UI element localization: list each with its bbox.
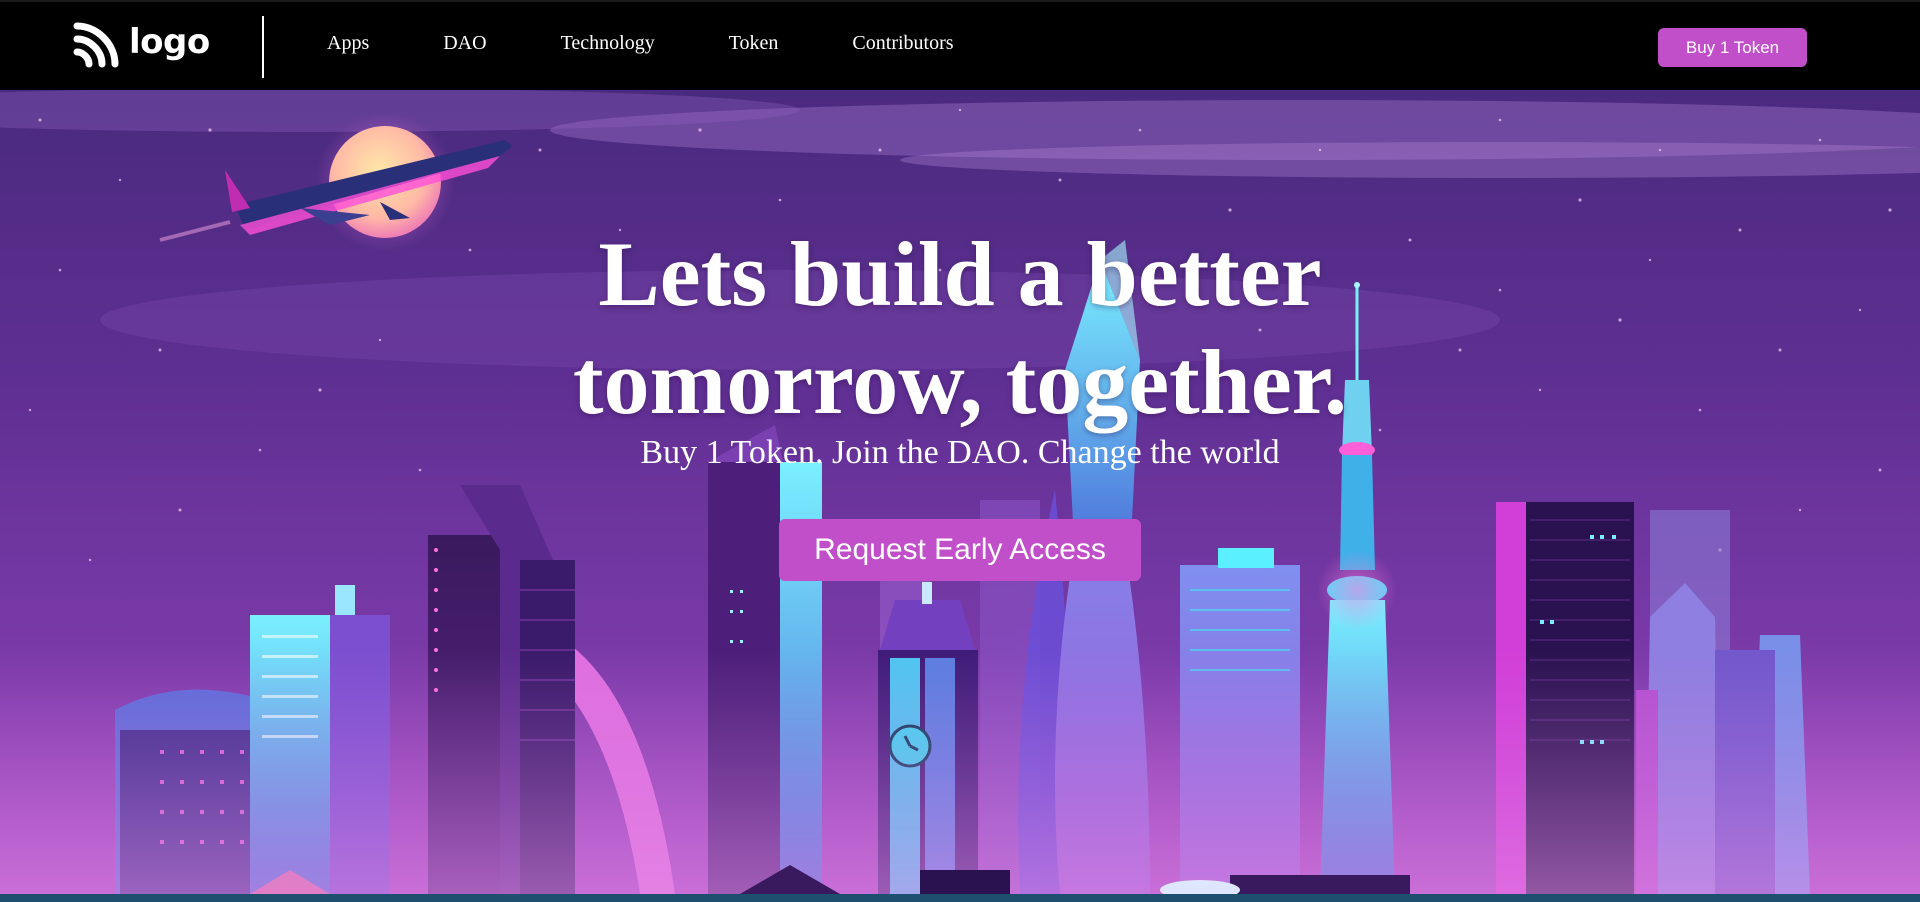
nav-divider [262, 16, 264, 78]
hero-subtitle: Buy 1 Token. Join the DAO. Change the wo… [640, 434, 1280, 471]
neon-city-skyline-illustration [0, 90, 1920, 894]
nav-link-dao[interactable]: DAO [443, 32, 486, 55]
request-early-access-button[interactable]: Request Early Access [779, 519, 1141, 581]
hero-title-line-1: Lets build a better [598, 223, 1322, 325]
top-navbar: logo Apps DAO Technology Token Contribut… [0, 0, 1920, 90]
hero-title-line-2: tomorrow, together. [572, 331, 1348, 433]
logo[interactable]: logo [73, 22, 210, 68]
buy-token-button[interactable]: Buy 1 Token [1658, 28, 1807, 67]
nav-link-contributors[interactable]: Contributors [852, 32, 953, 55]
rss-logo-icon [73, 22, 119, 68]
nav-link-token[interactable]: Token [729, 32, 779, 55]
main-nav: Apps DAO Technology Token Contributors [327, 32, 954, 55]
bottom-strip [0, 894, 1920, 902]
logo-text: logo [129, 22, 210, 62]
hero-section: Lets build a better tomorrow, together. … [0, 90, 1920, 894]
hero-title: Lets build a better tomorrow, together. [460, 220, 1460, 436]
nav-link-apps[interactable]: Apps [327, 32, 369, 55]
nav-link-technology[interactable]: Technology [561, 32, 655, 55]
page: logo Apps DAO Technology Token Contribut… [0, 0, 1920, 902]
